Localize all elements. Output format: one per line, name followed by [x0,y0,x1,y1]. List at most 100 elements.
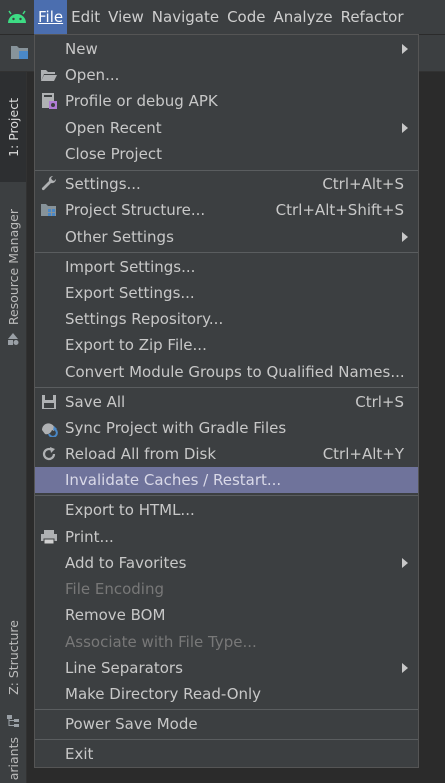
menu-item-import-settings-label: Import Settings... [65,258,196,276]
tab-structure[interactable]: Z: Structure [0,607,26,707]
menu-view-label: View [108,8,144,26]
menu-separator [35,387,418,388]
menu-item-convert-module-groups-label: Convert Module Groups to Qualified Names… [65,363,405,381]
tab-resource-manager-label: Resource Manager [5,208,21,326]
menu-analyze[interactable]: Analyze [269,0,336,34]
menu-item-exit-label: Exit [65,745,94,763]
project-structure-shortcut: Ctrl+Alt+Shift+S [275,201,404,219]
menu-item-associate-file-type: Associate with File Type... [35,629,418,655]
tab-build-variants-label: ariants [5,736,21,781]
menu-item-close-project-label: Close Project [65,145,162,163]
tab-project-label: 1: Project [5,97,21,157]
menu-navigate-label: Navigate [151,8,220,26]
menu-item-associate-file-type-label: Associate with File Type... [65,633,257,651]
menu-item-open[interactable]: Open... [35,62,418,88]
menu-file-label: File [38,8,64,26]
menu-navigate[interactable]: Navigate [148,0,223,34]
menu-item-sync-gradle[interactable]: Sync Project with Gradle Files [35,415,418,441]
menu-item-power-save-mode-label: Power Save Mode [65,715,198,733]
file-menu-dropdown: New Open... Profile or debug APK Open Re… [34,34,419,768]
menu-item-settings-repository[interactable]: Settings Repository... [35,306,418,332]
menu-item-make-read-only[interactable]: Make Directory Read-Only [35,681,418,707]
menu-item-export-html-label: Export to HTML... [65,501,195,519]
tab-project[interactable]: 1: Project [0,72,26,182]
menu-item-remove-bom[interactable]: Remove BOM [35,602,418,628]
menu-code[interactable]: Code [223,0,269,34]
android-logo-icon [0,0,34,34]
menu-item-close-project[interactable]: Close Project [35,141,418,167]
menu-item-open-recent-label: Open Recent [65,119,162,137]
submenu-arrow-icon [402,663,408,673]
menu-separator [35,709,418,710]
menu-item-open-recent[interactable]: Open Recent [35,115,418,141]
menu-bar: File Edit View Navigate Code Analyze Ref… [0,0,445,35]
menu-edit-label: Edit [71,8,101,26]
save-icon [40,393,58,411]
menu-item-add-favorites[interactable]: Add to Favorites [35,550,418,576]
menu-analyze-label: Analyze [273,8,333,26]
menu-item-import-settings[interactable]: Import Settings... [35,254,418,280]
menu-item-reload-disk-label: Reload All from Disk [65,445,217,463]
reload-icon [40,445,58,463]
submenu-arrow-icon [402,558,408,568]
project-structure-icon [40,201,58,219]
menu-item-sync-gradle-label: Sync Project with Gradle Files [65,419,287,437]
menu-item-settings-repository-label: Settings Repository... [65,310,224,328]
menu-item-invalidate-caches-label: Invalidate Caches / Restart... [65,471,282,489]
submenu-arrow-icon [402,44,408,54]
menu-item-make-read-only-label: Make Directory Read-Only [65,685,262,703]
menu-item-power-save-mode[interactable]: Power Save Mode [35,711,418,737]
open-folder-icon [40,66,58,84]
submenu-arrow-icon [402,232,408,242]
menu-item-export-settings-label: Export Settings... [65,284,195,302]
menu-item-new[interactable]: New [35,36,418,62]
menu-separator [35,252,418,253]
menu-item-exit[interactable]: Exit [35,741,418,767]
menu-item-profile-debug-apk[interactable]: Profile or debug APK [35,88,418,114]
menu-item-other-settings-label: Other Settings [65,228,174,246]
menu-item-file-encoding: File Encoding [35,576,418,602]
project-folder-icon[interactable] [10,43,30,61]
settings-shortcut: Ctrl+Alt+S [322,175,404,193]
structure-icon [0,712,26,730]
printer-icon [40,528,58,546]
menu-item-project-structure[interactable]: Project Structure... Ctrl+Alt+Shift+S [35,197,418,223]
menu-item-export-settings[interactable]: Export Settings... [35,280,418,306]
menu-item-profile-debug-apk-label: Profile or debug APK [65,92,218,110]
tab-build-variants[interactable]: ariants [0,734,26,783]
menu-item-project-structure-label: Project Structure... [65,201,206,219]
menu-item-settings[interactable]: Settings... Ctrl+Alt+S [35,171,418,197]
resource-manager-icon [0,330,26,348]
save-all-shortcut: Ctrl+S [355,393,404,411]
menu-view[interactable]: View [104,0,148,34]
menu-item-other-settings[interactable]: Other Settings [35,224,418,250]
menu-item-print[interactable]: Print... [35,524,418,550]
menu-item-export-zip[interactable]: Export to Zip File... [35,332,418,358]
tab-resource-manager[interactable]: Resource Manager [0,207,26,327]
menu-code-label: Code [227,8,266,26]
menu-item-reload-disk[interactable]: Reload All from Disk Ctrl+Alt+Y [35,441,418,467]
menu-item-export-zip-label: Export to Zip File... [65,336,207,354]
menu-item-print-label: Print... [65,528,114,546]
menu-edit[interactable]: Edit [67,0,104,34]
apk-debug-icon [40,92,58,110]
wrench-icon [40,175,58,193]
menu-item-save-all[interactable]: Save All Ctrl+S [35,389,418,415]
reload-disk-shortcut: Ctrl+Alt+Y [322,445,404,463]
menu-item-invalidate-caches[interactable]: Invalidate Caches / Restart... [35,467,418,493]
menu-item-open-label: Open... [65,66,120,84]
menu-item-settings-label: Settings... [65,175,141,193]
menu-item-convert-module-groups[interactable]: Convert Module Groups to Qualified Names… [35,359,418,385]
menu-item-save-all-label: Save All [65,393,126,411]
menu-item-line-separators[interactable]: Line Separators [35,655,418,681]
menu-refactor-label: Refactor [340,8,404,26]
menu-separator [35,739,418,740]
menu-refactor[interactable]: Refactor [337,0,408,34]
gradle-sync-icon [40,419,58,437]
menu-item-export-html[interactable]: Export to HTML... [35,497,418,523]
submenu-arrow-icon [402,123,408,133]
menu-item-new-label: New [65,40,98,58]
menu-item-add-favorites-label: Add to Favorites [65,554,187,572]
menu-file[interactable]: File [34,0,68,34]
tab-structure-label: Z: Structure [5,619,21,695]
